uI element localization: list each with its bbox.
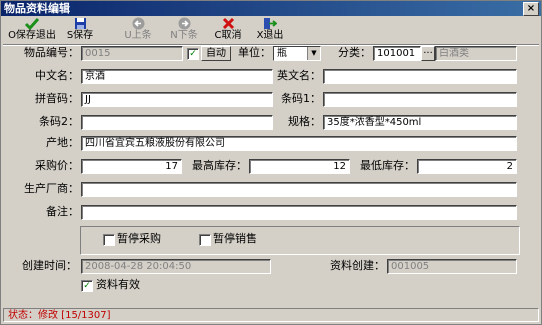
barcode1-label: 条码1： [281,92,321,105]
remark-label: 备注： [46,205,79,218]
pinyin-field[interactable]: JJ [81,92,273,107]
stop-sales-checkbox[interactable] [199,234,211,246]
stop-purchase-checkbox[interactable] [103,234,115,246]
stop-sales-label[interactable]: 暂停销售 [213,232,257,246]
chevron-down-icon[interactable]: ▼ [307,47,320,60]
origin-field[interactable]: 四川省宜宾五粮液股份有限公司 [81,136,517,151]
created-by-field: 001005 [387,259,517,274]
save-exit-button[interactable]: O保存退出 [5,17,59,43]
pinyin-label: 拼音码： [35,92,79,105]
max-stock-field[interactable]: 12 [249,159,350,174]
item-code-label: 物品编号： [24,46,79,59]
remark-field[interactable] [81,205,517,220]
max-stock-label: 最高库存： [192,159,247,172]
created-by-label: 资料创建： [330,259,385,272]
min-stock-label: 最低库存： [360,159,415,172]
exit-door-icon [264,18,277,29]
cancel-button[interactable]: C取消 [211,17,245,43]
purchase-price-label: 采购价： [35,159,79,172]
exit-button[interactable]: X退出 [253,17,287,43]
item-code-field[interactable]: 0015 [81,46,183,61]
item-edit-window: 物品资料编辑 × O保存退出 S保存 U上条 N下条 C取消 X退出 物品编号：… [0,0,542,325]
close-button[interactable]: × [523,2,539,16]
category-browse-button[interactable]: ··· [421,46,435,61]
created-time-label: 创建时间： [22,259,77,272]
purchase-price-field[interactable]: 17 [81,159,182,174]
en-name-field[interactable] [323,69,517,84]
created-time-field: 2008-04-28 20:04:50 [81,259,271,274]
manufacturer-field[interactable] [81,182,517,197]
auto-button[interactable]: 自动 [201,46,231,61]
spec-field[interactable]: 35度*浓香型*450ml [323,115,517,130]
window-title: 物品资料编辑 [4,2,70,15]
arrow-left-icon [132,17,144,30]
title-bar: 物品资料编辑 × [1,1,541,16]
unit-value: 瓶 [277,48,287,59]
red-x-icon [222,17,234,30]
cn-name-field[interactable]: 京酒 [81,69,273,84]
manufacturer-label: 生产厂商： [24,182,79,195]
status-bar: 状态：修改 [15/1307] [3,308,539,322]
floppy-disk-icon [74,18,86,29]
arrow-right-icon [178,17,190,30]
data-valid-label[interactable]: 资料有效 [96,278,140,292]
category-code-field[interactable]: 101001 [373,46,421,61]
en-name-label: 英文名： [277,69,321,82]
stop-purchase-label[interactable]: 暂停采购 [117,232,161,246]
min-stock-field[interactable]: 2 [417,159,517,174]
barcode2-field[interactable] [81,115,273,130]
checkmark-icon [24,18,40,30]
origin-label: 产地： [46,136,79,149]
auto-checkbox[interactable]: ✓ [187,48,199,60]
cn-name-label: 中文名： [35,69,79,82]
data-valid-checkbox[interactable]: ✓ [81,280,93,292]
unit-label: 单位： [238,46,271,59]
category-label: 分类： [338,46,371,59]
prev-record-button[interactable]: U上条 [121,17,155,43]
barcode1-field[interactable] [323,92,517,107]
category-name-field: 白酒类 [435,46,517,61]
unit-select[interactable]: 瓶 ▼ [273,46,321,61]
barcode2-label: 条码2： [39,115,79,128]
toolbar: O保存退出 S保存 U上条 N下条 C取消 X退出 [1,17,541,43]
next-record-button[interactable]: N下条 [167,17,201,43]
spec-label: 规格： [288,115,321,128]
save-button[interactable]: S保存 [63,17,97,43]
